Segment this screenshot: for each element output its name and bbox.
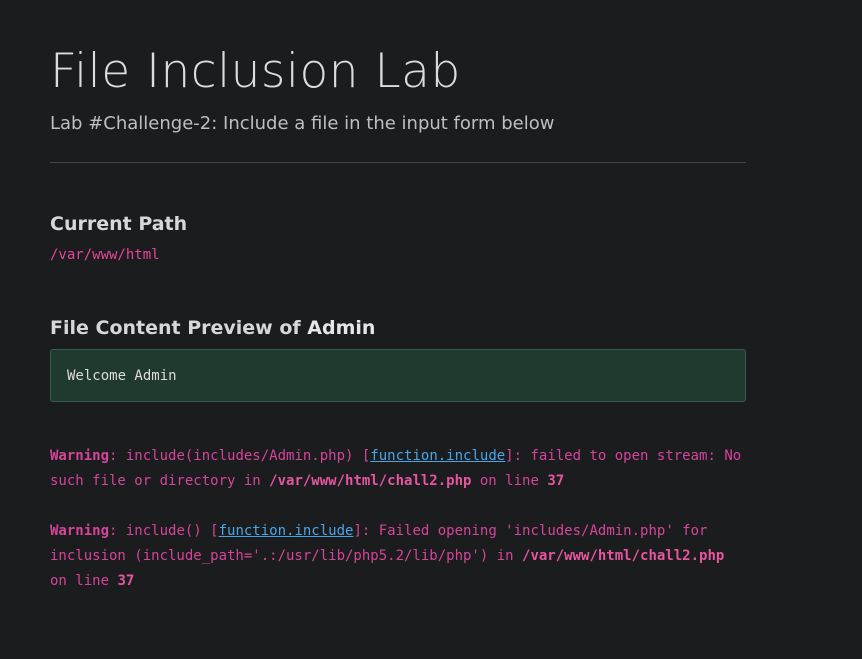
warning-text: on line (50, 573, 118, 589)
page-title: File Inclusion Lab (50, 44, 461, 99)
warning-line-number: 37 (117, 573, 135, 589)
warning-text: : include(includes/Admin.php) [ (109, 448, 371, 464)
warning-message: Warning: include(includes/Admin.php) [fu… (50, 444, 746, 494)
preview-heading: File Content Preview of Admin (50, 315, 746, 341)
warning-label: Warning (50, 448, 110, 464)
main-container: File Inclusion Lab Lab #Challenge-2: Inc… (50, 40, 746, 594)
warning-text: : include() [ (109, 523, 219, 539)
current-path-value: /var/www/html (50, 247, 160, 263)
warning-file-path: /var/www/html/chall2.php (269, 473, 472, 489)
file-content-preview: Welcome Admin (50, 349, 746, 402)
warning-label: Warning (50, 523, 110, 539)
warning-text: on line (471, 473, 548, 489)
current-path-heading: Current Path (50, 213, 188, 235)
warning-message: Warning: include() [function.include]: F… (50, 519, 746, 594)
preview-heading-name: Admin (307, 317, 376, 339)
divider (50, 162, 746, 163)
preview-content: Welcome Admin (67, 367, 177, 384)
warning-line-number: 37 (547, 473, 565, 489)
function-include-link[interactable]: function.include (370, 448, 505, 464)
preview-heading-prefix: File Content Preview of (50, 317, 308, 339)
function-include-link[interactable]: function.include (219, 523, 354, 539)
page-subtitle: Lab #Challenge-2: Include a file in the … (50, 113, 555, 134)
warning-file-path: /var/www/html/chall2.php (522, 548, 725, 564)
